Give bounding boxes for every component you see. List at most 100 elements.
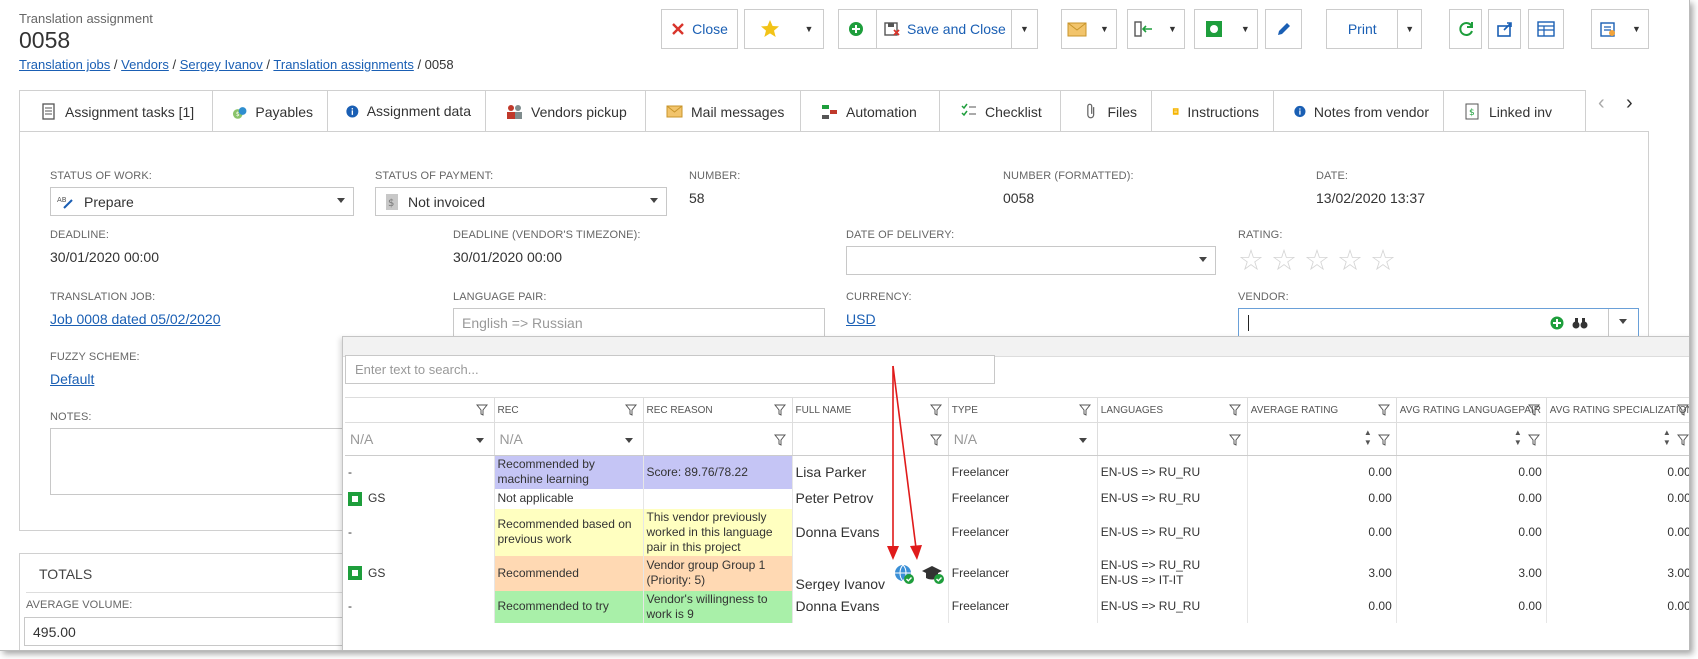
layout-button[interactable]	[1528, 9, 1564, 49]
column-header-avg-rating-languagepair[interactable]: AVG RATING LANGUAGEPAIR	[1396, 397, 1547, 423]
deadline-label: DEADLINE:	[50, 229, 109, 241]
filter-select-group[interactable]: N/A	[345, 422, 495, 456]
table-row[interactable]: GS Recommended Vendor group Group 1 (Pri…	[345, 555, 1689, 591]
status-of-payment-select[interactable]: $ Not invoiced	[375, 187, 667, 216]
rating-label: RATING:	[1238, 229, 1283, 241]
table-row[interactable]: - Recommended based on previous work Thi…	[345, 508, 1689, 556]
type-cell: Freelancer	[948, 508, 1098, 556]
tabs-scroll-right-icon[interactable]: ›	[1626, 92, 1633, 115]
filter-icon[interactable]	[773, 404, 786, 416]
breadcrumb-link-translation-jobs[interactable]: Translation jobs	[19, 57, 110, 72]
filter-spin-avg-rating-specialization[interactable]: ▲ ▼	[1546, 422, 1689, 456]
language-pair-value: EN-US => RU_RU	[1100, 464, 1201, 479]
filter-icon[interactable]	[773, 434, 786, 446]
column-header-languages[interactable]: LANGUAGES	[1097, 397, 1248, 423]
add-vendor-icon[interactable]	[1550, 316, 1564, 330]
filter-spin-average-rating[interactable]: ▲ ▼	[1247, 422, 1397, 456]
tab-checklist[interactable]: Checklist	[940, 91, 1061, 132]
group-status-dropdown-button[interactable]: ▼	[1194, 9, 1258, 49]
language-pair-field[interactable]: English => Russian	[453, 308, 825, 337]
close-button[interactable]: Close	[661, 9, 738, 49]
print-dropdown-button[interactable]: Print ▼	[1326, 9, 1422, 49]
notes-textarea[interactable]	[50, 428, 350, 495]
star-icon[interactable]: ☆	[1370, 247, 1396, 276]
type-value: Freelancer	[951, 491, 1010, 505]
filter-icon[interactable]	[1377, 434, 1390, 446]
number-value: 58	[689, 190, 705, 206]
mail-dropdown-button[interactable]: ▼	[1061, 9, 1117, 49]
chevron-down-icon: ▼	[1011, 10, 1037, 48]
filter-icon[interactable]	[1377, 404, 1390, 416]
filter-icon[interactable]	[1527, 434, 1540, 446]
vendor-dropdown-toggle[interactable]	[1608, 309, 1639, 336]
status-of-work-select[interactable]: AB Prepare	[50, 187, 354, 216]
tab-assignment-data[interactable]: Assignment data	[328, 91, 486, 132]
filter-icon[interactable]	[1676, 404, 1689, 416]
workflow-dropdown-button[interactable]: ▼	[1127, 9, 1185, 49]
tab-linked-invoices[interactable]: $ Linked inv	[1444, 91, 1584, 132]
filter-value: N/A	[499, 431, 523, 447]
average-volume-field[interactable]: 495.00	[24, 617, 354, 646]
export-button[interactable]	[1488, 9, 1521, 49]
star-icon[interactable]: ☆	[1337, 247, 1363, 276]
tab-vendors-pickup[interactable]: Vendors pickup	[486, 91, 646, 132]
tab-mail-messages[interactable]: Mail messages	[646, 91, 801, 132]
filter-icon[interactable]	[1228, 404, 1241, 416]
column-header-avg-rating-specialization[interactable]: AVG RATING SPECIALIZATION	[1546, 397, 1689, 423]
column-header-type[interactable]: TYPE	[948, 397, 1098, 423]
save-and-close-button[interactable]: Save and Close ▼	[876, 9, 1038, 49]
breadcrumb-link-translation-assignments[interactable]: Translation assignments	[273, 57, 413, 72]
table-row[interactable]: GS Not applicable Peter Petrov Freelance…	[345, 488, 1689, 509]
vendor-combobox[interactable]	[1238, 308, 1639, 337]
favorite-dropdown-button[interactable]: ▼	[744, 9, 824, 49]
filter-input-languages[interactable]	[1097, 422, 1248, 456]
tab-assignment-tasks[interactable]: Assignment tasks [1]	[20, 91, 213, 132]
fuzzy-scheme-link[interactable]: Default	[50, 371, 94, 387]
tab-automation[interactable]: Automation	[801, 91, 940, 132]
filter-icon[interactable]	[1676, 434, 1689, 446]
view-options-dropdown-button[interactable]: ▼	[1591, 9, 1649, 49]
currency-link[interactable]: USD	[846, 311, 876, 327]
instructions-icon	[1172, 108, 1179, 115]
filter-icon[interactable]	[1527, 404, 1540, 416]
table-row[interactable]: - Recommended to try Vendor's willingnes…	[345, 590, 1689, 623]
filter-input-rec-reason[interactable]	[643, 422, 793, 456]
star-icon[interactable]: ☆	[1238, 247, 1264, 276]
filter-select-rec[interactable]: N/A	[494, 422, 644, 456]
full-name-value: Lisa Parker	[795, 463, 867, 480]
column-header-rec-reason[interactable]: REC REASON	[643, 397, 793, 423]
rec-value: Recommended based on previous work	[497, 517, 632, 546]
refresh-button[interactable]	[1449, 9, 1482, 49]
spinner-icon[interactable]: ▲ ▼	[1364, 428, 1372, 448]
annotation-arrows	[887, 365, 922, 560]
column-header-label: AVERAGE RATING	[1250, 404, 1339, 416]
tab-files[interactable]: Files	[1061, 91, 1152, 132]
filter-icon[interactable]	[1228, 434, 1241, 446]
spinner-icon[interactable]: ▲ ▼	[1663, 428, 1671, 448]
binoculars-icon[interactable]	[1572, 316, 1588, 330]
table-row[interactable]: - Recommended by machine learning Score:…	[345, 455, 1689, 489]
status-of-work-value: Prepare	[84, 193, 134, 210]
breadcrumb-link-vendor-name[interactable]: Sergey Ivanov	[180, 57, 263, 72]
column-header-average-rating[interactable]: AVERAGE RATING	[1247, 397, 1397, 423]
column-header-rec[interactable]: REC	[494, 397, 644, 423]
edit-button[interactable]	[1265, 9, 1302, 49]
date-of-delivery-picker[interactable]	[846, 246, 1216, 275]
filter-icon[interactable]	[624, 404, 637, 416]
chevron-down-icon: ▼	[1397, 10, 1421, 48]
filter-select-type[interactable]: N/A	[948, 422, 1098, 456]
star-icon[interactable]: ☆	[1304, 247, 1330, 276]
column-header-group[interactable]	[345, 397, 495, 423]
tab-payables[interactable]: $ Payables	[213, 91, 328, 132]
translation-job-link[interactable]: Job 0008 dated 05/02/2020	[50, 311, 221, 327]
tabs-scroll-left-icon[interactable]: ‹	[1598, 92, 1605, 115]
spinner-icon[interactable]: ▲ ▼	[1514, 428, 1522, 448]
rating-stars[interactable]: ☆ ☆ ☆ ☆ ☆	[1238, 247, 1396, 276]
filter-icon[interactable]	[475, 404, 488, 416]
star-icon[interactable]: ☆	[1271, 247, 1297, 276]
filter-spin-avg-rating-languagepair[interactable]: ▲ ▼	[1396, 422, 1547, 456]
tab-instructions[interactable]: Instructions	[1152, 91, 1274, 132]
tab-notes-from-vendor[interactable]: Notes from vendor	[1274, 91, 1444, 132]
filter-icon[interactable]	[1078, 404, 1091, 416]
breadcrumb-link-vendors[interactable]: Vendors	[121, 57, 169, 72]
